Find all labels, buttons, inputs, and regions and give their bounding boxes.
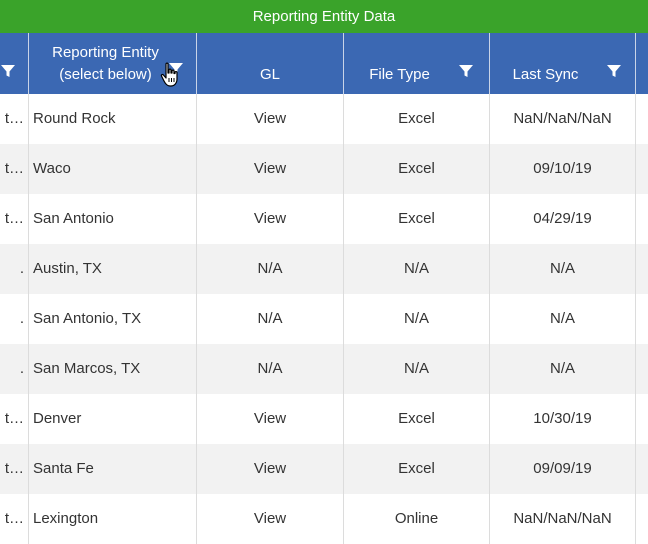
- banner-title: Reporting Entity Data: [252, 8, 396, 25]
- cell-prev-column: .: [0, 244, 29, 294]
- table-row[interactable]: t… Denver View Excel 10/30/19: [0, 394, 648, 444]
- table-row[interactable]: t… Santa Fe View Excel 09/09/19: [0, 444, 648, 494]
- cell-gl-link[interactable]: View: [197, 494, 344, 544]
- cell-file-type: Excel: [344, 194, 490, 244]
- table-row[interactable]: . Austin, TX N/A N/A N/A: [0, 244, 648, 294]
- cell-reporting-entity[interactable]: Lexington: [29, 494, 197, 544]
- cell-file-type: N/A: [344, 294, 490, 344]
- cell-file-type: N/A: [344, 244, 490, 294]
- cell-prev-column: t…: [0, 144, 29, 194]
- cell-gl-link[interactable]: View: [197, 194, 344, 244]
- cell-gl: N/A: [197, 244, 344, 294]
- cell-last-sync: N/A: [490, 344, 636, 394]
- cell-gl-link[interactable]: View: [197, 94, 344, 144]
- cell-last-sync: NaN/NaN/NaN: [490, 494, 636, 544]
- table-row[interactable]: t… San Antonio View Excel 04/29/19: [0, 194, 648, 244]
- table-row[interactable]: t… Lexington View Online NaN/NaN/NaN: [0, 494, 648, 544]
- cell-gl: N/A: [197, 344, 344, 394]
- cell-last-sync: 04/29/19: [490, 194, 636, 244]
- table-row[interactable]: . San Antonio, TX N/A N/A N/A: [0, 294, 648, 344]
- cell-prev-column: .: [0, 344, 29, 394]
- cell-file-type: Excel: [344, 94, 490, 144]
- header-cell-gl[interactable]: GL: [197, 33, 344, 94]
- filter-icon[interactable]: [606, 63, 622, 79]
- header-cell-next-column[interactable]: [636, 33, 648, 94]
- table-body: t… Round Rock View Excel NaN/NaN/NaN t… …: [0, 94, 648, 544]
- cell-file-type: Excel: [344, 144, 490, 194]
- cell-reporting-entity[interactable]: Austin, TX: [29, 244, 197, 294]
- header-cell-last-sync[interactable]: Last Sync: [490, 33, 636, 94]
- cell-gl: N/A: [197, 294, 344, 344]
- cell-reporting-entity[interactable]: San Antonio, TX: [29, 294, 197, 344]
- cell-next-column: [636, 244, 648, 294]
- header-cell-file-type[interactable]: File Type: [344, 33, 490, 94]
- cell-next-column: [636, 94, 648, 144]
- table-banner: Reporting Entity Data: [0, 0, 648, 33]
- cell-last-sync: N/A: [490, 294, 636, 344]
- cell-next-column: [636, 194, 648, 244]
- cell-last-sync: 10/30/19: [490, 394, 636, 444]
- cell-last-sync: NaN/NaN/NaN: [490, 94, 636, 144]
- header-cell-prev-column[interactable]: [0, 33, 29, 94]
- cell-next-column: [636, 144, 648, 194]
- table-header: Reporting Entity (select below) GL File …: [0, 33, 648, 94]
- cell-gl-link[interactable]: View: [197, 144, 344, 194]
- cell-last-sync: 09/09/19: [490, 444, 636, 494]
- cell-file-type: N/A: [344, 344, 490, 394]
- cell-last-sync: 09/10/19: [490, 144, 636, 194]
- cell-reporting-entity[interactable]: Waco: [29, 144, 197, 194]
- cell-prev-column: t…: [0, 94, 29, 144]
- cell-last-sync: N/A: [490, 244, 636, 294]
- cell-reporting-entity[interactable]: Denver: [29, 394, 197, 444]
- cell-file-type: Online: [344, 494, 490, 544]
- cell-reporting-entity[interactable]: Santa Fe: [29, 444, 197, 494]
- table-row[interactable]: . San Marcos, TX N/A N/A N/A: [0, 344, 648, 394]
- table-row[interactable]: t… Waco View Excel 09/10/19: [0, 144, 648, 194]
- cell-gl-link[interactable]: View: [197, 394, 344, 444]
- cell-prev-column: t…: [0, 394, 29, 444]
- cell-next-column: [636, 344, 648, 394]
- cell-reporting-entity[interactable]: Round Rock: [29, 94, 197, 144]
- cell-next-column: [636, 444, 648, 494]
- cell-next-column: [636, 394, 648, 444]
- cell-prev-column: .: [0, 294, 29, 344]
- cell-next-column: [636, 494, 648, 544]
- cell-reporting-entity[interactable]: San Marcos, TX: [29, 344, 197, 394]
- cell-gl-link[interactable]: View: [197, 444, 344, 494]
- cell-prev-column: t…: [0, 194, 29, 244]
- cell-next-column: [636, 294, 648, 344]
- hand-cursor-icon: [160, 62, 182, 88]
- cell-prev-column: t…: [0, 444, 29, 494]
- cell-reporting-entity[interactable]: San Antonio: [29, 194, 197, 244]
- cell-file-type: Excel: [344, 394, 490, 444]
- table-row[interactable]: t… Round Rock View Excel NaN/NaN/NaN: [0, 94, 648, 144]
- header-entity-line1: Reporting Entity: [52, 44, 159, 61]
- filter-icon[interactable]: [0, 63, 16, 79]
- cell-prev-column: t…: [0, 494, 29, 544]
- cell-file-type: Excel: [344, 444, 490, 494]
